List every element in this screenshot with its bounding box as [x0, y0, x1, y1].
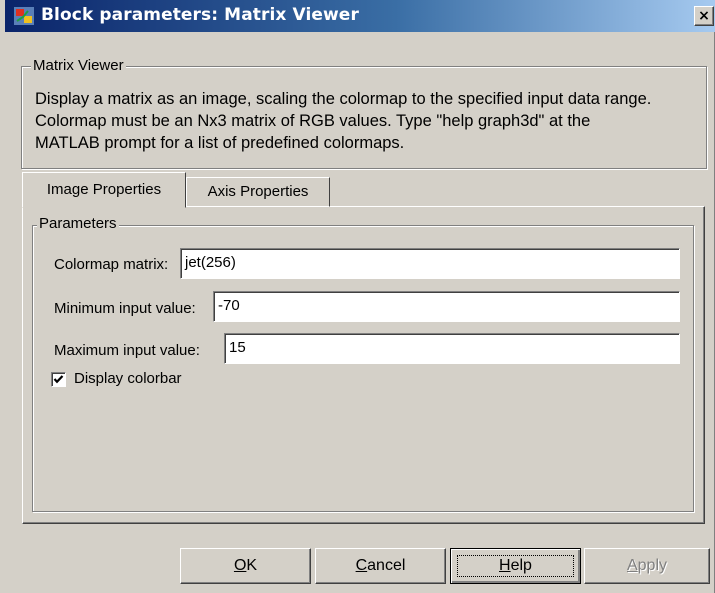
parameters-group-legend: Parameters: [37, 215, 119, 232]
ok-mnemonic: O: [233, 557, 247, 574]
help-button[interactable]: Help: [450, 548, 581, 584]
close-icon[interactable]: ×: [694, 6, 714, 26]
min-input-label: Minimum input value:: [54, 300, 196, 317]
colormap-input[interactable]: jet(256): [180, 248, 680, 279]
focus-ring: [457, 555, 574, 577]
block-parameters-dialog: Block parameters: Matrix Viewer × Matrix…: [0, 0, 715, 593]
description-group-legend: Matrix Viewer: [31, 57, 126, 74]
max-input-label: Maximum input value:: [54, 342, 200, 359]
tab-label: Image Properties: [46, 181, 162, 198]
description-line: Display a matrix as an image, scaling th…: [35, 90, 652, 108]
tab-image-properties[interactable]: Image Properties: [22, 172, 186, 208]
title-bar[interactable]: Block parameters: Matrix Viewer ×: [5, 0, 715, 32]
display-colorbar-checkbox[interactable]: [51, 372, 66, 387]
display-colorbar-label[interactable]: Display colorbar: [74, 370, 182, 387]
simulink-block-icon: [14, 7, 34, 25]
max-input-field[interactable]: 15: [224, 333, 680, 364]
window-title: Block parameters: Matrix Viewer: [41, 5, 359, 25]
description-text: Display a matrix as an image, scaling th…: [35, 88, 707, 154]
apply-button[interactable]: Apply: [584, 548, 710, 584]
apply-mnemonic: A: [626, 557, 638, 574]
ok-label-rest: K: [246, 557, 258, 574]
checkmark-icon: [53, 375, 64, 384]
apply-label-rest: pply: [637, 557, 668, 574]
cancel-button[interactable]: Cancel: [315, 548, 446, 584]
min-input-field[interactable]: -70: [213, 291, 680, 322]
cancel-label-rest: ancel: [367, 557, 406, 574]
ok-button[interactable]: OK: [180, 548, 311, 584]
colormap-label: Colormap matrix:: [54, 256, 169, 273]
tab-axis-properties[interactable]: Axis Properties: [186, 177, 330, 207]
description-line: MATLAB prompt for a list of predefined c…: [35, 134, 405, 152]
description-line: Colormap must be an Nx3 matrix of RGB va…: [35, 112, 591, 130]
tab-label: Axis Properties: [207, 183, 309, 200]
cancel-mnemonic: C: [355, 557, 368, 574]
